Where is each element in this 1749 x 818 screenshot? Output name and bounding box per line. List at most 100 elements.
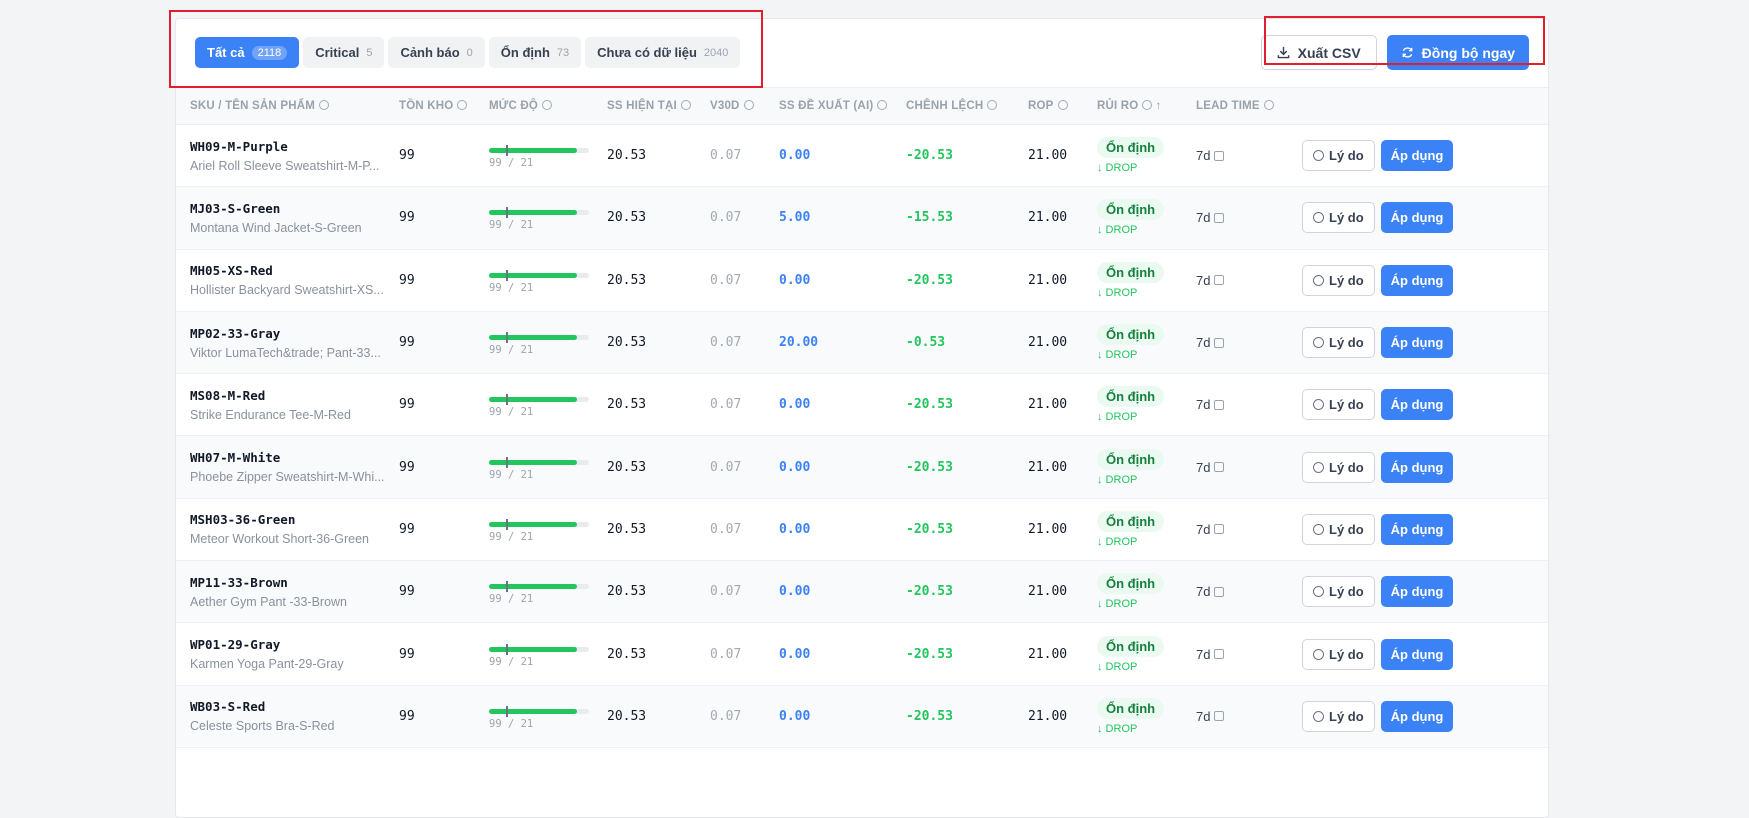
cell-risk: Ổn định ↓ DROP xyxy=(1097,187,1196,249)
reason-button[interactable]: Lý do xyxy=(1302,576,1375,608)
reason-label: Lý do xyxy=(1329,148,1364,164)
sort-asc-icon[interactable]: ↑ xyxy=(1155,100,1161,112)
apply-button[interactable]: Áp dụng xyxy=(1380,700,1454,732)
tab-critical[interactable]: Critical 5 xyxy=(303,37,385,68)
edit-icon[interactable] xyxy=(1214,462,1225,473)
reason-label: Lý do xyxy=(1329,708,1364,724)
apply-button[interactable]: Áp dụng xyxy=(1380,451,1454,483)
cell-rop: 21.00 xyxy=(1028,148,1068,164)
lead-time-value: 7d xyxy=(1196,148,1211,164)
tab-no-data[interactable]: Chưa có dữ liệu 2040 xyxy=(585,37,741,68)
reason-button[interactable]: Lý do xyxy=(1302,264,1375,296)
apply-button[interactable]: Áp dụng xyxy=(1380,202,1454,234)
cell-ss-ai: 0.00 xyxy=(779,584,811,600)
tab-stable[interactable]: Ổn định 73 xyxy=(488,37,582,68)
cell-sku: MSH03-36-Green Meteor Workout Short-36-G… xyxy=(176,498,399,560)
cell-sku: WH07-M-White Phoebe Zipper Sweatshirt-M-… xyxy=(176,436,399,498)
apply-button[interactable]: Áp dụng xyxy=(1380,264,1454,296)
cell-stock: 99 xyxy=(399,708,415,724)
cell-risk: Ổn định ↓ DROP xyxy=(1097,498,1196,560)
refresh-icon xyxy=(1402,47,1413,58)
edit-icon[interactable] xyxy=(1214,212,1225,223)
cell-v30d: 0.07 xyxy=(710,708,742,724)
apply-button[interactable]: Áp dụng xyxy=(1380,638,1454,670)
edit-icon[interactable] xyxy=(1214,150,1225,161)
edit-icon[interactable] xyxy=(1214,586,1225,597)
status-badge: Ổn định xyxy=(1097,324,1165,346)
col-level: Mức độ xyxy=(489,88,607,125)
level-bar xyxy=(489,456,589,468)
edit-icon[interactable] xyxy=(1214,399,1225,410)
cell-rop: 21.00 xyxy=(1028,459,1068,475)
cell-actions: Lý do Áp dụng xyxy=(1302,249,1548,311)
rop-marker xyxy=(506,705,508,717)
product-name: Karmen Yoga Pant-29-Gray xyxy=(190,657,344,672)
col-label: Tồn kho xyxy=(399,100,454,112)
col-stock: Tồn kho xyxy=(399,88,489,125)
reason-button[interactable]: Lý do xyxy=(1302,700,1375,732)
reason-label: Lý do xyxy=(1329,397,1364,413)
col-risk[interactable]: Rủi ro ↑ xyxy=(1097,88,1196,125)
table-row: WH09-M-Purple Ariel Roll Sleeve Sweatshi… xyxy=(176,125,1548,187)
info-icon xyxy=(680,100,691,110)
clock-icon xyxy=(1313,337,1324,349)
reason-button[interactable]: Lý do xyxy=(1302,389,1375,421)
cell-v30d: 0.07 xyxy=(710,646,742,662)
apply-button[interactable]: Áp dụng xyxy=(1380,513,1454,545)
cell-v30d: 0.07 xyxy=(710,210,742,226)
lead-time-value: 7d xyxy=(1196,708,1211,724)
edit-icon[interactable] xyxy=(1214,711,1225,722)
rop-marker xyxy=(506,581,508,593)
apply-button[interactable]: Áp dụng xyxy=(1380,327,1454,359)
level-bar-fill xyxy=(489,210,577,216)
tab-label: Critical xyxy=(315,45,360,60)
level-bar xyxy=(489,643,589,655)
level-label: 99 / 21 xyxy=(489,344,534,357)
table-row: WB03-S-Red Celeste Sports Bra-S-Red 99 9… xyxy=(176,685,1548,748)
tab-count: 2040 xyxy=(703,46,729,59)
status-badge: Ổn định xyxy=(1097,386,1165,408)
sku-code: MP02-33-Gray xyxy=(190,325,281,341)
cell-ss-ai: 0.00 xyxy=(779,459,811,475)
sku-code: WB03-S-Red xyxy=(190,699,266,715)
level-bar-fill xyxy=(489,148,577,154)
col-diff: Chênh lệch xyxy=(906,88,1028,125)
edit-icon[interactable] xyxy=(1214,337,1225,348)
cell-risk: Ổn định ↓ DROP xyxy=(1097,311,1196,373)
col-label: ROP xyxy=(1028,100,1054,112)
edit-icon[interactable] xyxy=(1214,275,1225,286)
reason-button[interactable]: Lý do xyxy=(1302,638,1375,670)
reason-button[interactable]: Lý do xyxy=(1302,513,1375,545)
apply-button[interactable]: Áp dụng xyxy=(1380,576,1454,608)
export-csv-button[interactable]: Xuất CSV xyxy=(1260,35,1377,70)
cell-actions: Lý do Áp dụng xyxy=(1302,498,1548,560)
cell-diff: -20.53 xyxy=(906,148,953,164)
info-icon xyxy=(743,100,754,110)
edit-icon[interactable] xyxy=(1214,649,1225,660)
reason-button[interactable]: Lý do xyxy=(1302,140,1375,172)
table-row: MJ03-S-Green Montana Wind Jacket-S-Green… xyxy=(176,186,1548,250)
edit-icon[interactable] xyxy=(1214,524,1225,535)
table-row: MP02-33-Gray Viktor LumaTech&trade; Pant… xyxy=(176,311,1548,374)
cell-diff: -0.53 xyxy=(906,335,946,351)
reason-button[interactable]: Lý do xyxy=(1302,327,1375,359)
apply-button[interactable]: Áp dụng xyxy=(1380,140,1454,172)
level-bar xyxy=(489,581,589,593)
tab-all[interactable]: Tất cả 2118 xyxy=(195,37,300,68)
reason-button[interactable]: Lý do xyxy=(1302,451,1375,483)
rop-marker xyxy=(506,456,508,468)
status-badge: Ổn định xyxy=(1097,573,1165,595)
sync-now-button[interactable]: Đồng bộ ngay xyxy=(1386,35,1529,70)
sku-code: MP11-33-Brown xyxy=(190,574,288,590)
rop-marker xyxy=(506,207,508,219)
cell-lead-time: 7d xyxy=(1196,685,1302,747)
tab-warning[interactable]: Cảnh báo 0 xyxy=(388,37,485,68)
apply-button[interactable]: Áp dụng xyxy=(1380,389,1454,421)
reason-button[interactable]: Lý do xyxy=(1302,202,1375,234)
trend-drop: ↓ DROP xyxy=(1097,722,1138,735)
cell-level: 99 / 21 xyxy=(489,311,607,373)
col-label: V30D xyxy=(710,100,740,112)
reason-label: Lý do xyxy=(1329,335,1364,351)
cell-risk: Ổn định ↓ DROP xyxy=(1097,249,1196,311)
level-label: 99 / 21 xyxy=(489,281,534,294)
